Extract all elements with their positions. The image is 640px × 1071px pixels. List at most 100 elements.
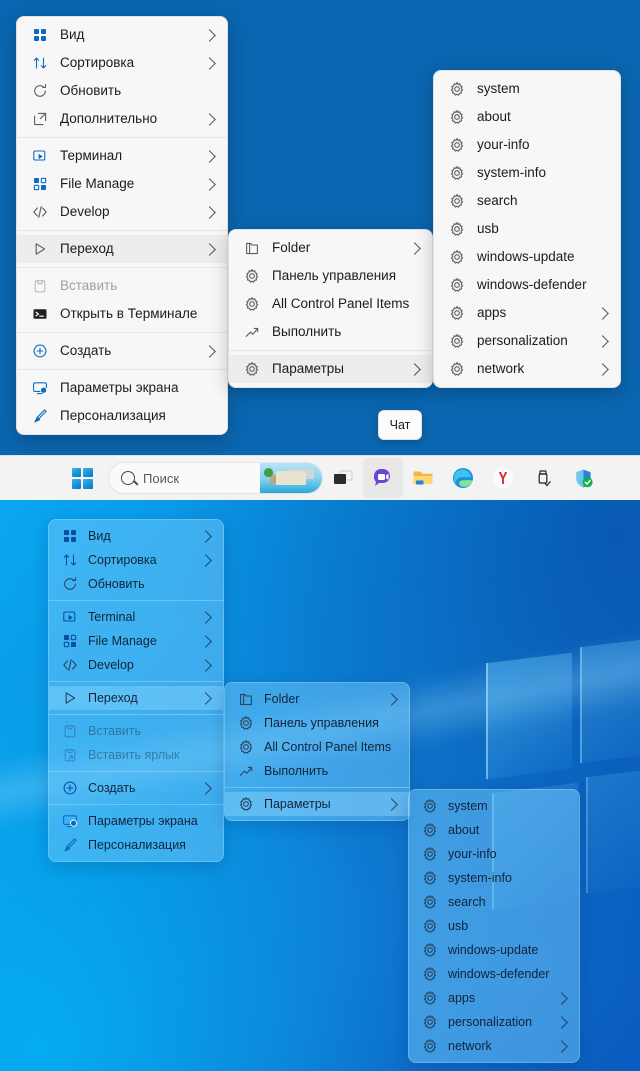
desktop-context-menu[interactable]: Вид Сортировка Обновить Дополнительно Термин… [16, 16, 228, 435]
menu-item-usb[interactable]: usb [409, 914, 579, 938]
chevron-right-icon [199, 781, 212, 795]
chevron-right-icon [203, 149, 216, 163]
menu-item-file-manage[interactable]: File Manage [17, 170, 227, 198]
desktop-context-menu-alt[interactable]: Вид Сортировка Обновить Terminal File Manage… [48, 519, 224, 862]
menu-item-windows-defender[interactable]: windows-defender [409, 962, 579, 986]
menu-item-[interactable]: Обновить [17, 77, 227, 105]
yandex-browser-icon[interactable] [483, 458, 523, 498]
chat-button[interactable]: Чат [378, 410, 422, 440]
menu-item-search[interactable]: search [434, 187, 620, 215]
menu-item-label: personalization [477, 333, 568, 349]
menu-item-[interactable]: Открыть в Терминале [17, 300, 227, 328]
yandex-glyph [493, 468, 513, 488]
menu-item-apps[interactable]: apps [409, 986, 579, 1010]
menu-item-about[interactable]: about [409, 818, 579, 842]
menu-item-network[interactable]: network [434, 355, 620, 383]
menu-item-develop[interactable]: Develop [17, 198, 227, 226]
menu-item-windows-defender[interactable]: windows-defender [434, 271, 620, 299]
menu-item-file-manage[interactable]: File Manage [49, 629, 223, 653]
menu-item-network[interactable]: network [409, 1034, 579, 1058]
settings-submenu[interactable]: system about your-info system-info search usb… [433, 70, 621, 388]
menu-item-personalization[interactable]: personalization [409, 1010, 579, 1034]
chevron-right-icon [555, 1039, 568, 1053]
menu-item-folder[interactable]: Folder [229, 234, 432, 262]
menu-item-[interactable]: Панель управления [229, 262, 432, 290]
more-options-icon [31, 111, 48, 128]
plus-circle-icon [61, 780, 78, 797]
menu-item-label: about [477, 109, 511, 125]
gear-icon [421, 918, 438, 935]
menu-item-[interactable]: Вид [49, 524, 223, 548]
menu-item-windows-update[interactable]: windows-update [409, 938, 579, 962]
menu-item-your-info[interactable]: your-info [409, 842, 579, 866]
menu-item-[interactable]: Параметры [225, 792, 409, 816]
menu-item-search[interactable]: search [409, 890, 579, 914]
menu-item-label: Вставить ярлык [88, 747, 180, 762]
menu-item-label: Параметры экрана [60, 380, 179, 396]
search-input[interactable]: Поиск [108, 462, 323, 494]
chevron-right-icon [555, 991, 568, 1005]
edge-browser-icon[interactable] [443, 458, 483, 498]
menu-item-[interactable]: Терминал [17, 142, 227, 170]
menu-item-label: All Control Panel Items [264, 739, 392, 754]
menu-item-label: windows-update [448, 942, 539, 957]
folder-outline-icon [243, 240, 260, 257]
menu-item-[interactable]: Обновить [49, 572, 223, 596]
menu-item-folder[interactable]: Folder [225, 687, 409, 711]
goto-submenu-alt[interactable]: Folder Панель управления All Control Panel… [224, 682, 410, 821]
gear-icon [237, 796, 254, 813]
menu-item-apps[interactable]: apps [434, 299, 620, 327]
menu-item-[interactable]: Параметры экрана [49, 809, 223, 833]
chevron-right-icon [199, 634, 212, 648]
menu-item-terminal[interactable]: Terminal [49, 605, 223, 629]
menu-item-[interactable]: Создать [17, 337, 227, 365]
menu-item-[interactable]: Выполнить [225, 759, 409, 783]
windows-security-icon[interactable] [563, 458, 603, 498]
menu-item-[interactable]: Дополнительно [17, 105, 227, 133]
menu-item-[interactable]: Параметры [229, 355, 432, 383]
menu-item-[interactable]: Переход [49, 686, 223, 710]
usb-eject-icon[interactable] [523, 458, 563, 498]
menu-item-[interactable]: Персонализация [49, 833, 223, 857]
menu-item-system-info[interactable]: system-info [409, 866, 579, 890]
gear-icon [448, 221, 465, 238]
menu-item-[interactable]: Персонализация [17, 402, 227, 430]
gear-icon [421, 942, 438, 959]
menu-item-system[interactable]: system [409, 794, 579, 818]
menu-item-[interactable]: Создать [49, 776, 223, 800]
menu-item-all-control-panel-items[interactable]: All Control Panel Items [225, 735, 409, 759]
menu-item-personalization[interactable]: personalization [434, 327, 620, 355]
gear-icon [243, 296, 260, 313]
menu-item-your-info[interactable]: your-info [434, 131, 620, 159]
menu-item-system-info[interactable]: system-info [434, 159, 620, 187]
goto-submenu[interactable]: Folder Панель управления All Control Panel… [228, 229, 433, 388]
usb-glyph [538, 470, 551, 487]
chat-teams-icon[interactable] [363, 458, 403, 498]
chevron-right-icon [203, 205, 216, 219]
menu-item-[interactable]: Вставить [17, 272, 227, 300]
menu-item-label: All Control Panel Items [272, 296, 410, 312]
menu-item-system[interactable]: system [434, 75, 620, 103]
menu-item-[interactable]: Вид [17, 21, 227, 49]
menu-item-[interactable]: Вставить [49, 719, 223, 743]
menu-item-usb[interactable]: usb [434, 215, 620, 243]
start-button[interactable] [62, 458, 102, 498]
refresh-icon [61, 576, 78, 593]
wallpaper-pane-1 [486, 652, 572, 780]
menu-item-develop[interactable]: Develop [49, 653, 223, 677]
menu-item-all-control-panel-items[interactable]: All Control Panel Items [229, 290, 432, 318]
menu-item-[interactable]: Сортировка [49, 548, 223, 572]
menu-item-[interactable]: Вставить ярлык [49, 743, 223, 767]
menu-item-[interactable]: Параметры экрана [17, 374, 227, 402]
menu-item-label: about [448, 822, 480, 837]
menu-item-about[interactable]: about [434, 103, 620, 131]
menu-item-windows-update[interactable]: windows-update [434, 243, 620, 271]
menu-item-[interactable]: Сортировка [17, 49, 227, 77]
task-view-icon[interactable] [323, 458, 363, 498]
menu-item-[interactable]: Панель управления [225, 711, 409, 735]
menu-item-[interactable]: Переход [17, 235, 227, 263]
settings-submenu-alt[interactable]: system about your-info system-info search usb… [408, 789, 580, 1063]
menu-item-[interactable]: Выполнить [229, 318, 432, 346]
menu-item-label: Сортировка [60, 55, 135, 71]
file-explorer-icon[interactable] [403, 458, 443, 498]
